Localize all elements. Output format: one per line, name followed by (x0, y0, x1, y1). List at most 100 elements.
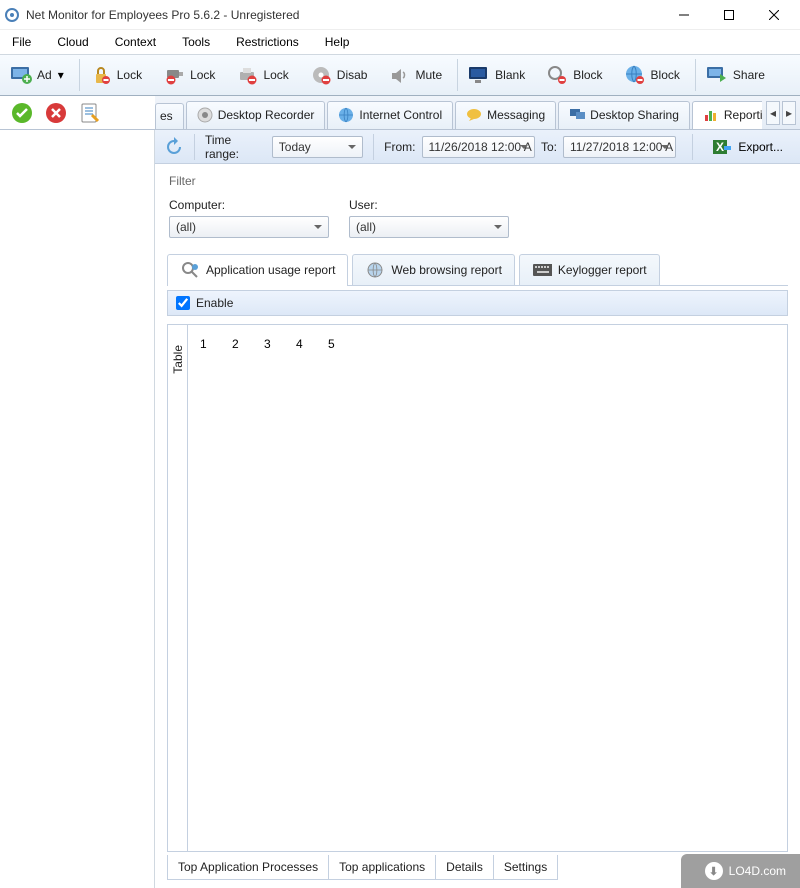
bottom-tab-settings[interactable]: Settings (494, 855, 558, 880)
toolbar-sep (79, 59, 80, 91)
close-button[interactable] (751, 1, 796, 29)
toolbar-add-label: Ad (37, 68, 52, 82)
col-5[interactable]: 5 (328, 337, 338, 351)
col-4[interactable]: 4 (296, 337, 306, 351)
toolbar-mute[interactable]: Mute (380, 58, 449, 92)
magnify-block-icon (545, 63, 569, 87)
monitor-share-icon (705, 63, 729, 87)
toolbar-lock-2[interactable]: Lock (155, 58, 222, 92)
record-icon (197, 107, 213, 123)
tab-reporting[interactable]: Reporting (692, 101, 762, 129)
toolbar-block-1[interactable]: Block (538, 58, 609, 92)
toolbar-blank-label: Blank (495, 68, 525, 82)
computer-label: Computer: (169, 198, 329, 212)
col-2[interactable]: 2 (232, 337, 242, 351)
toolbar-block-2[interactable]: Block (616, 58, 687, 92)
speaker-mute-icon (387, 63, 411, 87)
watermark-logo-icon: ⬇ (705, 862, 723, 880)
keyboard-icon (532, 261, 552, 279)
menu-context[interactable]: Context (109, 33, 162, 51)
decline-button[interactable] (42, 99, 70, 127)
tab-keylogger[interactable]: Keylogger report (519, 254, 660, 285)
tab-prev[interactable]: ◂ (766, 101, 780, 125)
to-datebox[interactable]: 11/27/2018 12:00 A (563, 136, 676, 158)
toolbar-lock-2-label: Lock (190, 68, 215, 82)
monitor-blank-icon (467, 63, 491, 87)
user-combo[interactable]: (all) (349, 216, 509, 238)
main-tabs: es Desktop Recorder Internet Control Mes… (155, 96, 762, 129)
window-title: Net Monitor for Employees Pro 5.6.2 - Un… (26, 8, 661, 22)
tab-desktop-sharing[interactable]: Desktop Sharing (558, 101, 690, 129)
menu-cloud[interactable]: Cloud (51, 33, 94, 51)
toolbar-add[interactable]: Ad ▾ (2, 58, 71, 92)
accept-button[interactable] (8, 99, 36, 127)
filter-title: Filter (169, 174, 786, 188)
time-range-combo[interactable]: Today (272, 136, 363, 158)
tab-desktop-recorder[interactable]: Desktop Recorder (186, 101, 326, 129)
toolbar: Ad ▾ Lock Lock Lock Disab Mute Blank Blo… (0, 54, 800, 96)
sep (692, 134, 693, 160)
maximize-button[interactable] (706, 1, 751, 29)
toolbar-mute-label: Mute (415, 68, 442, 82)
svg-text:X: X (716, 140, 724, 154)
app-icon (4, 7, 20, 23)
from-label: From: (384, 140, 415, 154)
secondary-row: es Desktop Recorder Internet Control Mes… (0, 96, 800, 130)
export-label: Export... (738, 140, 783, 154)
toolbar-disable-label: Disab (337, 68, 368, 82)
edit-button[interactable] (76, 99, 104, 127)
col-1[interactable]: 1 (200, 337, 210, 351)
menubar: File Cloud Context Tools Restrictions He… (0, 30, 800, 54)
toolbar-block-1-label: Block (573, 68, 602, 82)
from-datebox[interactable]: 11/26/2018 12:00 A (422, 136, 535, 158)
toolbar-blank[interactable]: Blank (460, 58, 532, 92)
toolbar-sep (695, 59, 696, 91)
tab-next[interactable]: ▸ (782, 101, 796, 125)
export-button[interactable]: X Export... (703, 134, 792, 160)
menu-restrictions[interactable]: Restrictions (230, 33, 305, 51)
tab-nav: ◂ ▸ (762, 96, 800, 129)
toolbar-disable[interactable]: Disab (302, 58, 375, 92)
tab-web-browsing[interactable]: Web browsing report (352, 254, 515, 285)
toolbar-lock-1[interactable]: Lock (82, 58, 149, 92)
globe-icon (338, 107, 354, 123)
toolbar-lock-3-label: Lock (263, 68, 288, 82)
usb-lock-icon (162, 63, 186, 87)
enable-bar: Enable (167, 290, 788, 316)
tab-messaging[interactable]: Messaging (455, 101, 556, 129)
excel-icon: X (712, 138, 732, 156)
menu-tools[interactable]: Tools (176, 33, 216, 51)
bottom-tab-top-processes[interactable]: Top Application Processes (167, 855, 329, 880)
dropdown-icon: ▾ (58, 68, 64, 82)
titlebar: Net Monitor for Employees Pro 5.6.2 - Un… (0, 0, 800, 30)
sep (194, 134, 195, 160)
table-columns: 1 2 3 4 5 (200, 337, 775, 351)
menu-help[interactable]: Help (319, 33, 356, 51)
watermark-text: LO4D.com (729, 864, 786, 878)
filter-section: Filter Computer: (all) User: (all) (155, 164, 800, 244)
bar-chart-icon (703, 107, 719, 123)
tab-internet-control[interactable]: Internet Control (327, 101, 453, 129)
watermark: ⬇ LO4D.com (681, 854, 800, 888)
tab-app-usage[interactable]: Application usage report (167, 254, 348, 285)
table-vtab[interactable]: Table (168, 325, 188, 851)
toolbar-share[interactable]: Share (698, 58, 772, 92)
menu-file[interactable]: File (6, 33, 37, 51)
side-actions (0, 96, 155, 129)
padlock-icon (89, 63, 113, 87)
refresh-button[interactable] (163, 136, 184, 158)
tab-partial[interactable]: es (155, 103, 184, 129)
toolbar-share-label: Share (733, 68, 765, 82)
col-3[interactable]: 3 (264, 337, 274, 351)
table-content: 1 2 3 4 5 (188, 325, 787, 851)
minimize-button[interactable] (661, 1, 706, 29)
enable-checkbox[interactable] (176, 296, 190, 310)
bottom-tab-top-apps[interactable]: Top applications (329, 855, 436, 880)
sep (373, 134, 374, 160)
globe-icon (365, 261, 385, 279)
computer-combo[interactable]: (all) (169, 216, 329, 238)
bottom-tab-details[interactable]: Details (436, 855, 494, 880)
time-range-label: Time range: (205, 133, 266, 161)
chat-icon (466, 107, 482, 123)
toolbar-lock-3[interactable]: Lock (228, 58, 295, 92)
